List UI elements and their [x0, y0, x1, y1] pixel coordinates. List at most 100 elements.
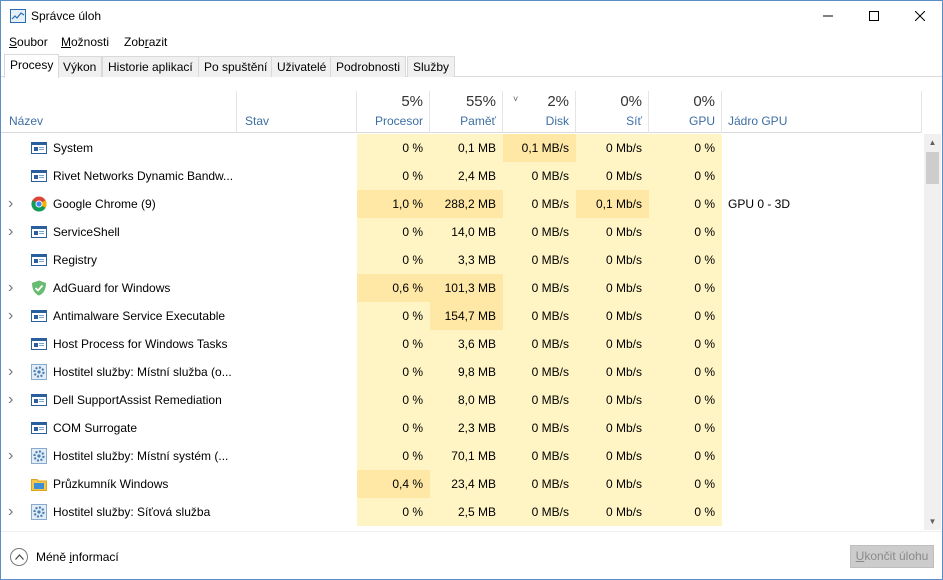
- table-row[interactable]: › ServiceShell 0 % 14,0 MB 0 MB/s 0 Mb/s 0 %: [1, 218, 922, 246]
- column-gpu[interactable]: 0% GPU: [649, 91, 722, 133]
- tab-uzivatele[interactable]: Uživatelé: [271, 56, 333, 77]
- cell-memory: 3,6 MB: [430, 330, 503, 358]
- menu-soubor[interactable]: Soubor: [9, 35, 48, 49]
- table-row[interactable]: › Hostitel služby: Místní systém (... 0 % 7…: [1, 442, 922, 470]
- table-row[interactable]: › Antimalware Service Executable 0 % 154,7 …: [1, 302, 922, 330]
- close-button[interactable]: [897, 1, 943, 31]
- expand-chevron-icon[interactable]: ›: [8, 218, 13, 246]
- table-row[interactable]: Průzkumník Windows 0,4 % 23,4 MB 0 MB/s 0 Mb…: [1, 470, 922, 498]
- column-network[interactable]: 0% Síť: [576, 91, 649, 133]
- cell-gpu-engine: [728, 302, 918, 330]
- cell-disk: 0 MB/s: [503, 190, 576, 218]
- cell-gpu: 0 %: [649, 414, 722, 442]
- cell-gpu-engine: [728, 498, 918, 526]
- tab-vykon[interactable]: Výkon: [57, 56, 103, 77]
- cell-memory: 2,5 MB: [430, 498, 503, 526]
- cell-memory: 2,4 MB: [430, 162, 503, 190]
- process-name: Průzkumník Windows: [53, 477, 169, 491]
- process-name: ServiceShell: [53, 225, 120, 239]
- cell-memory: 8,0 MB: [430, 386, 503, 414]
- cell-gpu-engine: [728, 414, 918, 442]
- cell-gpu: 0 %: [649, 246, 722, 274]
- table-row[interactable]: Registry 0 % 3,3 MB 0 MB/s 0 Mb/s 0 %: [1, 246, 922, 274]
- process-name: Rivet Networks Dynamic Bandw...: [53, 169, 233, 183]
- column-memory[interactable]: 55% Paměť: [430, 91, 503, 133]
- title-bar[interactable]: Správce úloh: [1, 1, 942, 31]
- process-name: Registry: [53, 253, 98, 267]
- table-row[interactable]: Host Process for Windows Tasks 0 % 3,6 MB 0…: [1, 330, 922, 358]
- column-cpu[interactable]: 5% Procesor: [357, 91, 430, 133]
- table-row[interactable]: Rivet Networks Dynamic Bandw... 0 % 2,4 MB…: [1, 162, 922, 190]
- cell-gpu: 0 %: [649, 134, 722, 162]
- table-row[interactable]: › Hostitel služby: Síťová služba 0 % 2,5 MB…: [1, 498, 922, 526]
- cell-network: 0 Mb/s: [576, 302, 649, 330]
- cell-gpu: 0 %: [649, 190, 722, 218]
- table-row[interactable]: › AdGuard for Windows 0,6 % 101,3 MB 0 MB/s 0…: [1, 274, 922, 302]
- column-disk[interactable]: ˅ 2% Disk: [503, 91, 576, 133]
- tab-podrobnosti[interactable]: Podrobnosti: [330, 56, 407, 77]
- chrome-icon: [31, 196, 47, 212]
- app-window-icon: [31, 224, 47, 240]
- expand-chevron-icon[interactable]: ›: [8, 302, 13, 330]
- table-row[interactable]: System 0 % 0,1 MB 0,1 MB/s 0 Mb/s 0 %: [1, 134, 922, 162]
- chevron-up-icon: [10, 548, 28, 566]
- vertical-scrollbar[interactable]: ▲ ▼: [924, 134, 941, 530]
- fewer-details-button[interactable]: Méně informací: [10, 548, 119, 566]
- cell-gpu: 0 %: [649, 330, 722, 358]
- gpu-total-percent: 0%: [693, 93, 715, 110]
- app-window-icon: [31, 140, 47, 156]
- network-total-percent: 0%: [620, 93, 642, 110]
- cell-gpu-engine: [728, 134, 918, 162]
- cell-gpu: 0 %: [649, 442, 722, 470]
- footer: Méně informací Ukončit úlohu: [1, 531, 942, 579]
- cell-network: 0 Mb/s: [576, 246, 649, 274]
- column-name[interactable]: Název: [1, 91, 237, 133]
- scrollbar-thumb[interactable]: [926, 152, 939, 184]
- window-title: Správce úloh: [31, 9, 102, 23]
- cell-gpu: 0 %: [649, 498, 722, 526]
- table-row[interactable]: › Google Chrome (9) 1,0 % 288,2 MB 0 MB/s 0,1…: [1, 190, 922, 218]
- adguard-shield-icon: [31, 280, 47, 296]
- expand-chevron-icon[interactable]: ›: [8, 274, 13, 302]
- table-row[interactable]: › Hostitel služby: Místní služba (o... 0 %…: [1, 358, 922, 386]
- app-window-icon: [31, 336, 47, 352]
- cell-memory: 101,3 MB: [430, 274, 503, 302]
- cell-disk: 0 MB/s: [503, 414, 576, 442]
- menu-zobrazit[interactable]: Zobrazit: [124, 35, 167, 49]
- cell-memory: 2,3 MB: [430, 414, 503, 442]
- expand-chevron-icon[interactable]: ›: [8, 358, 13, 386]
- scroll-down-icon[interactable]: ▼: [924, 513, 941, 530]
- expand-chevron-icon[interactable]: ›: [8, 442, 13, 470]
- expand-chevron-icon[interactable]: ›: [8, 386, 13, 414]
- table-row[interactable]: COM Surrogate 0 % 2,3 MB 0 MB/s 0 Mb/s 0 %: [1, 414, 922, 442]
- minimize-icon: [823, 15, 833, 17]
- cell-gpu-engine: [728, 218, 918, 246]
- maximize-button[interactable]: [851, 1, 897, 31]
- cell-memory: 288,2 MB: [430, 190, 503, 218]
- cell-gpu-engine: [728, 442, 918, 470]
- expand-chevron-icon[interactable]: ›: [8, 498, 13, 526]
- cell-gpu-engine: [728, 274, 918, 302]
- cell-gpu-engine: GPU 0 - 3D: [728, 197, 791, 211]
- minimize-button[interactable]: [805, 1, 851, 31]
- tab-procesy[interactable]: Procesy: [4, 54, 60, 78]
- column-status[interactable]: Stav: [237, 91, 357, 133]
- cell-network: 0 Mb/s: [576, 498, 649, 526]
- column-gpu-engine[interactable]: Jádro GPU: [722, 91, 922, 133]
- tab-po-spusteni[interactable]: Po spuštění: [198, 56, 274, 77]
- end-task-button[interactable]: Ukončit úlohu: [850, 545, 934, 568]
- gear-icon: [31, 364, 47, 380]
- tab-strip: Procesy Výkon Historie aplikací Po spušt…: [1, 54, 942, 78]
- expand-chevron-icon[interactable]: ›: [8, 190, 13, 218]
- tab-sluzby[interactable]: Služby: [407, 56, 456, 77]
- scroll-up-icon[interactable]: ▲: [924, 134, 941, 151]
- cell-disk: 0 MB/s: [503, 358, 576, 386]
- cell-disk: 0,1 MB/s: [503, 134, 576, 162]
- cell-cpu: 0 %: [357, 498, 430, 526]
- cell-gpu-engine: [728, 330, 918, 358]
- tab-historie-aplikaci[interactable]: Historie aplikací: [102, 56, 199, 77]
- process-name: COM Surrogate: [53, 421, 138, 435]
- cell-cpu: 0 %: [357, 386, 430, 414]
- menu-moznosti[interactable]: Možnosti: [61, 35, 109, 49]
- table-row[interactable]: › Dell SupportAssist Remediation 0 % 8,0 MB…: [1, 386, 922, 414]
